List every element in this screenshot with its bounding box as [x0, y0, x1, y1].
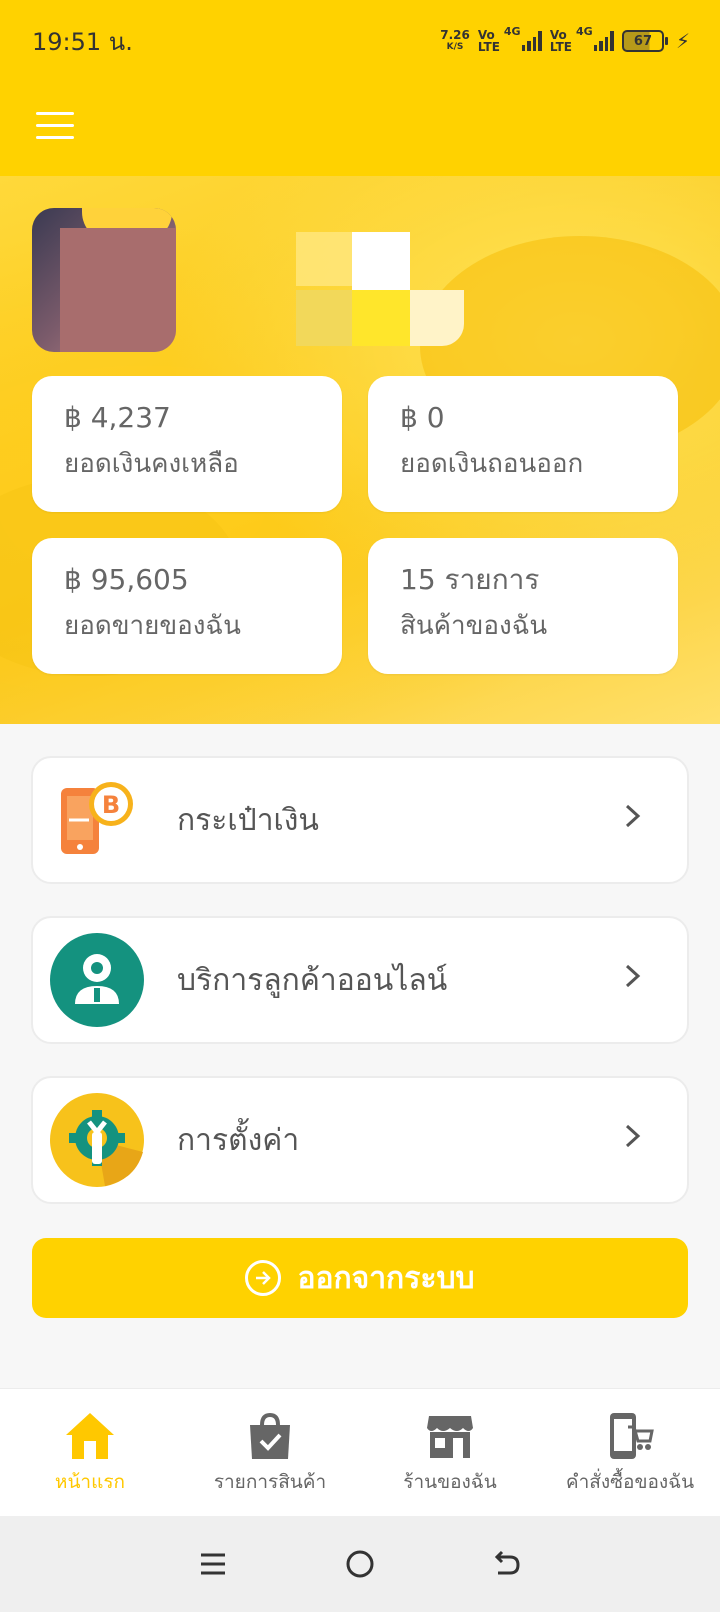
volte-indicator-1: Vo LTE	[477, 28, 500, 54]
products-label: สินค้าของฉัน	[400, 611, 548, 641]
nav-label: ร้านของฉัน	[403, 1471, 497, 1493]
menu-item-settings[interactable]: การตั้งค่า	[31, 1076, 689, 1204]
signal-icon: 4G	[576, 25, 614, 51]
withdrawn-label: ยอดเงินถอนออก	[400, 449, 584, 479]
hamburger-icon[interactable]	[36, 112, 74, 140]
menu-item-label: กระเป๋าเงิน	[177, 802, 319, 838]
username-redacted	[296, 232, 486, 352]
nav-label: คำสั่งซื้อของฉัน	[565, 1471, 695, 1493]
customer-service-icon	[49, 932, 145, 1028]
system-navigation-bar	[0, 1516, 720, 1612]
sales-value: ฿ 95,605	[64, 563, 189, 596]
stat-card-balance: ฿ 4,237 ยอดเงินคงเหลือ	[32, 376, 342, 512]
profile-banner: ฿ 4,237 ยอดเงินคงเหลือ ฿ 0 ยอดเงินถอนออก…	[0, 176, 720, 724]
home-system-icon[interactable]	[340, 1544, 380, 1584]
status-time: 19:51 น.	[32, 27, 133, 56]
menu-item-label: บริการลูกค้าออนไลน์	[177, 962, 448, 998]
products-value: 15 รายการ	[400, 563, 540, 596]
bottom-navigation: หน้าแรก รายการสินค้า ร้านของฉัน คำสั่งซื…	[0, 1388, 720, 1516]
menu-item-wallet[interactable]: B กระเป๋าเงิน	[31, 756, 689, 884]
chevron-right-icon	[623, 802, 663, 838]
wallet-bitcoin-icon: B	[49, 772, 145, 868]
home-icon	[63, 1409, 117, 1463]
volte-indicator-2: Vo LTE	[549, 28, 572, 54]
nav-label: หน้าแรก	[54, 1471, 126, 1493]
stat-card-withdrawn: ฿ 0 ยอดเงินถอนออก	[368, 376, 678, 512]
balance-value: ฿ 4,237	[64, 401, 171, 434]
nav-item-products[interactable]: รายการสินค้า	[180, 1389, 360, 1516]
nav-item-my-orders[interactable]: คำสั่งซื้อของฉัน	[540, 1389, 720, 1516]
menu-item-customer-service[interactable]: บริการลูกค้าออนไลน์	[31, 916, 689, 1044]
status-bar: 19:51 น. 7.26 K/S Vo LTE 4G Vo LTE 4G 67…	[0, 0, 720, 82]
svg-text:B: B	[102, 791, 120, 819]
menu-item-label: การตั้งค่า	[177, 1122, 300, 1158]
mobile-cart-icon	[603, 1409, 657, 1463]
status-icons: 7.26 K/S Vo LTE 4G Vo LTE 4G 67 ⚡	[440, 25, 690, 54]
charging-icon: ⚡	[675, 29, 690, 53]
stat-card-sales: ฿ 95,605 ยอดขายของฉัน	[32, 538, 342, 674]
chevron-right-icon	[623, 1122, 663, 1158]
back-icon[interactable]	[487, 1544, 527, 1584]
arrow-right-circle-icon	[245, 1260, 282, 1296]
sales-label: ยอดขายของฉัน	[64, 611, 241, 641]
stat-card-products: 15 รายการ สินค้าของฉัน	[368, 538, 678, 674]
store-icon	[423, 1409, 477, 1463]
settings-gear-icon	[49, 1092, 145, 1188]
battery-icon: 67	[621, 30, 668, 52]
signal-icon: 4G	[504, 25, 542, 51]
recent-apps-icon[interactable]	[193, 1544, 233, 1584]
chevron-right-icon	[623, 962, 663, 998]
app-header	[0, 82, 720, 176]
network-speed: 7.26 K/S	[440, 28, 470, 52]
balance-label: ยอดเงินคงเหลือ	[64, 449, 239, 479]
nav-item-home[interactable]: หน้าแรก	[0, 1389, 180, 1516]
logout-label: ออกจากระบบ	[297, 1260, 475, 1296]
avatar[interactable]	[32, 208, 176, 352]
logout-button[interactable]: ออกจากระบบ	[32, 1238, 688, 1318]
nav-item-my-store[interactable]: ร้านของฉัน	[360, 1389, 540, 1516]
withdrawn-value: ฿ 0	[400, 401, 445, 434]
shopping-bag-icon	[243, 1409, 297, 1463]
nav-label: รายการสินค้า	[213, 1471, 327, 1493]
